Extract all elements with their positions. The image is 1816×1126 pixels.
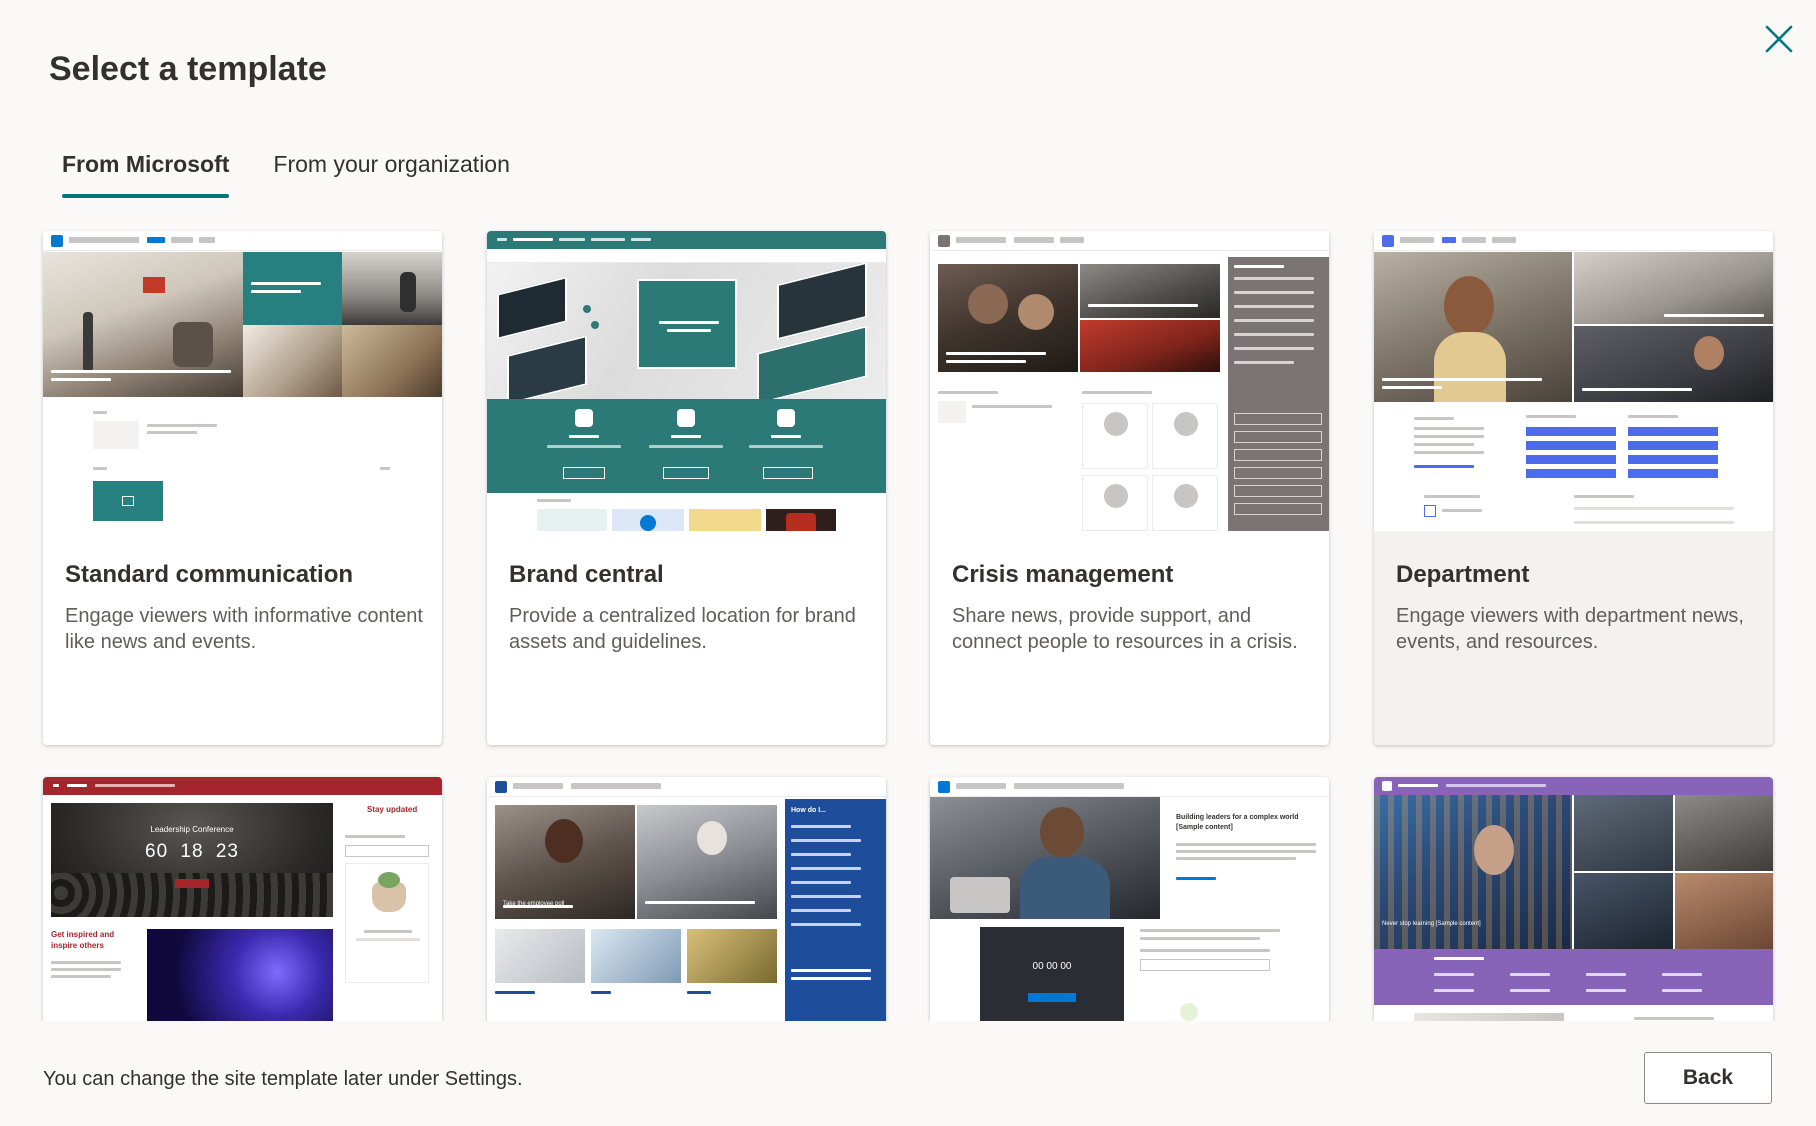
template-title: Brand central	[509, 561, 664, 588]
how-do-i-heading: How do I...	[791, 807, 826, 814]
learning-banner: Never stop learning [Sample content]	[1382, 921, 1481, 927]
template-card-leadership-connection[interactable]: Building leaders for a complex world [Sa…	[930, 777, 1329, 1021]
hr-poll-caption: Take the employee poll	[503, 901, 565, 907]
template-card-department[interactable]: Department Engage viewers with departmen…	[1374, 231, 1773, 745]
leadership-heading: Building leaders for a complex world [Sa…	[1176, 814, 1299, 831]
get-inspired-heading: Get inspired and inspire others	[51, 930, 115, 950]
dialog-title: Select a template	[49, 50, 327, 88]
template-preview: Leadership Conference 60 18 23 Stay upda…	[43, 777, 442, 1021]
template-source-tabs: From Microsoft From your organization	[40, 146, 532, 202]
template-card-brand-central[interactable]: Brand central Provide a centralized loca…	[487, 231, 886, 745]
template-preview	[487, 231, 886, 531]
tab-from-your-organization[interactable]: From your organization	[251, 146, 532, 198]
template-preview	[1374, 231, 1773, 531]
template-card-standard-communication[interactable]: Standard communication Engage viewers wi…	[43, 231, 442, 745]
template-grid[interactable]: Standard communication Engage viewers wi…	[0, 225, 1816, 1021]
template-preview	[43, 231, 442, 531]
template-title: Department	[1396, 561, 1530, 588]
template-card-crisis-management[interactable]: Crisis management Share news, provide su…	[930, 231, 1329, 745]
template-preview: Building leaders for a complex world [Sa…	[930, 777, 1329, 1021]
template-card-learning-central[interactable]: Never stop learning [Sample content]	[1374, 777, 1773, 1021]
tab-from-microsoft[interactable]: From Microsoft	[40, 146, 251, 198]
template-preview	[930, 231, 1329, 531]
template-title: Crisis management	[952, 561, 1174, 588]
template-description: Engage viewers with informative content …	[65, 605, 423, 653]
template-description: Provide a centralized location for brand…	[509, 605, 856, 653]
template-preview: Take the employee poll How do I...	[487, 777, 886, 1021]
template-description: Share news, provide support, and connect…	[952, 605, 1298, 653]
template-preview: Never stop learning [Sample content]	[1374, 777, 1773, 1021]
template-title: Standard communication	[65, 561, 354, 588]
template-card-event[interactable]: Leadership Conference 60 18 23 Stay upda…	[43, 777, 442, 1021]
template-card-human-resources[interactable]: Take the employee poll How do I...	[487, 777, 886, 1021]
footer-note: You can change the site template later u…	[43, 1068, 523, 1090]
template-description: Engage viewers with department news, eve…	[1396, 605, 1744, 653]
countdown-days: 60	[145, 841, 169, 862]
close-icon[interactable]	[1762, 22, 1796, 56]
countdown-minutes: 23	[215, 841, 239, 862]
event-title: Leadership Conference	[150, 825, 234, 834]
stay-updated-heading: Stay updated	[367, 805, 418, 814]
back-button[interactable]: Back	[1644, 1052, 1772, 1104]
countdown-hours: 18	[180, 841, 204, 862]
